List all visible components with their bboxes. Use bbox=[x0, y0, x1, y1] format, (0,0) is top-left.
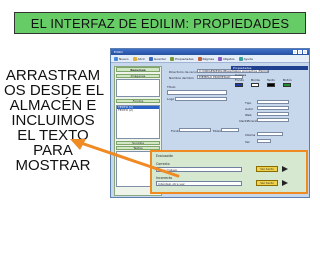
toolbar-properties-button[interactable]: Propiedades bbox=[169, 56, 194, 62]
instruction-line: EL TEXTO bbox=[17, 127, 89, 144]
tipo-label: Tipo bbox=[245, 101, 252, 105]
pages-icon bbox=[197, 56, 202, 61]
instruction-line: ALMACÉN E bbox=[9, 97, 97, 114]
imagenes-list[interactable] bbox=[116, 79, 160, 97]
idioma-label: Idioma bbox=[245, 133, 256, 137]
recursos-header: Recursos bbox=[116, 67, 160, 72]
colores-label: Colores bbox=[235, 73, 247, 77]
highlight-box: Evaluación Correcto Buen trabajo Ver tex… bbox=[150, 150, 308, 194]
color-swatch-borde[interactable] bbox=[251, 83, 259, 87]
tab-sonidos[interactable]: Sonidos bbox=[116, 141, 160, 145]
correcto-field[interactable]: Buen trabajo bbox=[156, 167, 242, 172]
play-arrow-icon[interactable] bbox=[282, 166, 288, 172]
identificacion-field[interactable] bbox=[257, 118, 289, 122]
maximize-icon[interactable] bbox=[298, 50, 302, 54]
open-folder-icon bbox=[132, 56, 137, 61]
toolbar-label: Ayuda bbox=[243, 56, 253, 61]
list-item[interactable]: TEXTO (2) bbox=[117, 109, 159, 112]
toolbar-label: Guardar bbox=[153, 56, 167, 61]
help-icon bbox=[238, 56, 243, 61]
tab-imagenes[interactable]: Imágenes bbox=[116, 74, 160, 78]
logo-field[interactable] bbox=[175, 97, 227, 101]
toolbar-label: Abrir bbox=[137, 56, 145, 61]
toolbar-help-button[interactable]: Ayuda bbox=[238, 56, 254, 62]
instruction-line: MOSTRAR bbox=[15, 157, 91, 174]
titulo-label: Título bbox=[167, 85, 176, 89]
minimize-icon[interactable] bbox=[293, 50, 297, 54]
autor-label: Autor bbox=[245, 107, 254, 111]
instruction-line: INCLUIMOS bbox=[11, 112, 95, 129]
evaluacion-heading: Evaluación bbox=[156, 154, 174, 158]
ver-texto-button[interactable]: Ver texto bbox=[256, 180, 278, 186]
play-arrow-icon[interactable] bbox=[282, 180, 288, 186]
instruction-line: PARA bbox=[33, 142, 73, 159]
instruction-line: ARRASTRAM bbox=[5, 67, 101, 84]
color-col-boton: Botón bbox=[283, 78, 292, 82]
new-doc-icon bbox=[114, 56, 118, 61]
ver-label: Ver bbox=[245, 140, 250, 144]
tipo-field[interactable] bbox=[257, 100, 289, 104]
toolbar-pages-button[interactable]: Páginas bbox=[197, 56, 216, 62]
color-swatch-boton[interactable] bbox=[283, 83, 291, 87]
tab-fondos[interactable]: Fondos bbox=[116, 99, 160, 103]
correcto-label: Correcto bbox=[156, 162, 170, 166]
slide-title: EL INTERFAZ DE EDILIM: PROPIEDADES bbox=[14, 12, 306, 34]
toolbar-open-button[interactable]: Abrir bbox=[132, 56, 146, 62]
toolbar-new-button[interactable]: Nuevo bbox=[113, 56, 130, 62]
toolbar-objects-button[interactable]: Objetos bbox=[217, 56, 236, 62]
propiedades-header: Propiedades bbox=[231, 66, 308, 70]
web-field[interactable] bbox=[257, 112, 289, 116]
color-col-texto: Texto bbox=[267, 78, 275, 82]
logo-label: Logo bbox=[167, 97, 175, 101]
toolbar-label: Páginas bbox=[202, 56, 215, 61]
instruction-text: ARRASTRAM OS DESDE EL ALMACÉN E INCLUIMO… bbox=[4, 67, 105, 174]
ver-texto-button[interactable]: Ver texto bbox=[256, 166, 278, 172]
color-col-borde: Borde bbox=[251, 78, 260, 82]
idioma-field[interactable] bbox=[257, 132, 283, 136]
color-swatch-texto[interactable] bbox=[267, 83, 275, 87]
instruction-line: OS DESDE EL bbox=[4, 82, 105, 99]
incorrecto-label: Incorrecto bbox=[156, 176, 173, 180]
color-swatch-fondo[interactable] bbox=[235, 83, 243, 87]
autor-field[interactable] bbox=[257, 106, 289, 110]
web-label: Web bbox=[245, 113, 252, 117]
color-col-fondo: Fondo bbox=[235, 78, 245, 82]
toolbar-label: Propiedades bbox=[175, 56, 194, 61]
toolbar-label: Nuevo bbox=[119, 56, 129, 61]
musica-field[interactable] bbox=[221, 128, 239, 132]
fondo-field[interactable] bbox=[179, 128, 211, 132]
save-icon bbox=[148, 56, 153, 61]
window-title: Edilim bbox=[114, 50, 124, 54]
titulo-field[interactable] bbox=[167, 90, 227, 95]
toolbar-save-button[interactable]: Guardar bbox=[148, 56, 167, 62]
close-icon[interactable] bbox=[303, 50, 307, 54]
nombre-label: Nombre del libro bbox=[169, 76, 194, 80]
store-list[interactable]: TEXTO (1) TEXTO (2) bbox=[116, 105, 160, 139]
properties-icon bbox=[170, 56, 175, 61]
toolbar: Nuevo Abrir Guardar Propiedades Páginas … bbox=[111, 55, 309, 63]
incorrecto-field[interactable]: Inténtalo otra vez bbox=[156, 181, 242, 186]
toolbar-label: Objetos bbox=[223, 56, 235, 61]
objects-icon bbox=[218, 56, 223, 61]
ver-field[interactable] bbox=[257, 139, 271, 143]
